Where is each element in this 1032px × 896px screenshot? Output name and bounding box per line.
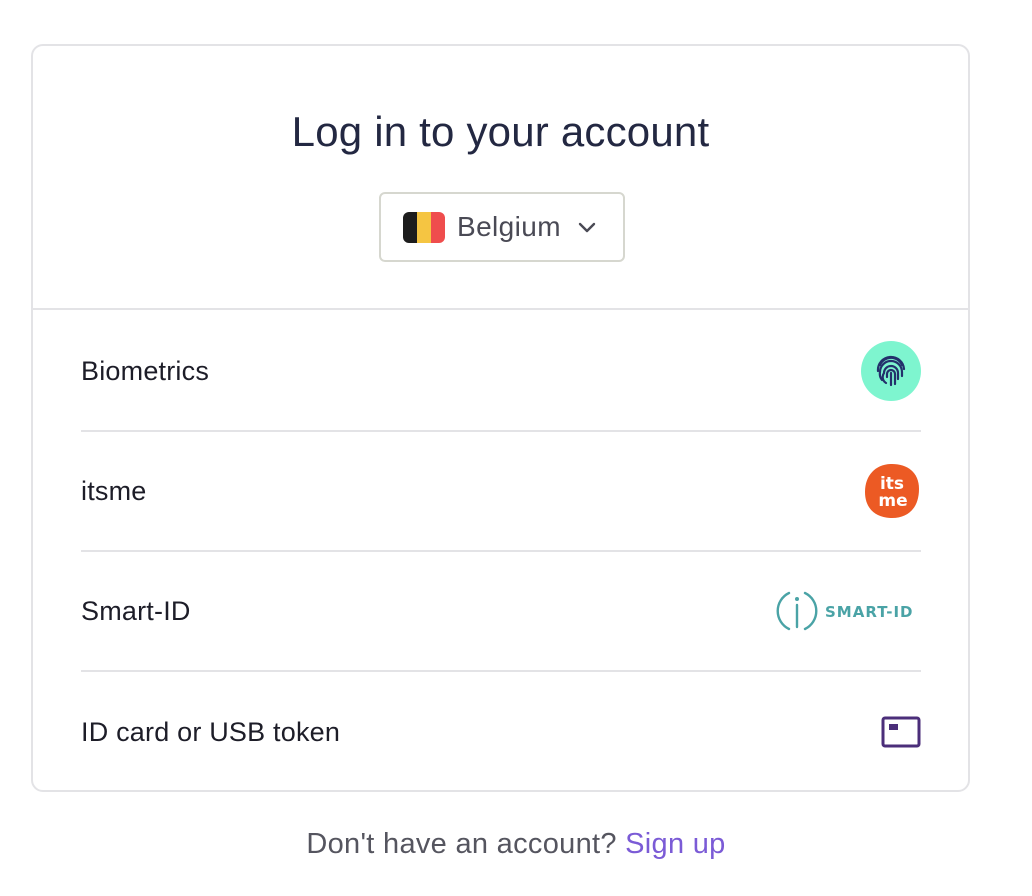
svg-text:SMART-ID: SMART-ID: [825, 603, 914, 621]
method-label: itsme: [81, 475, 147, 506]
method-label: ID card or USB token: [81, 716, 341, 747]
login-method-itsme[interactable]: itsme its me: [81, 432, 921, 552]
login-method-biometrics[interactable]: Biometrics: [81, 312, 921, 432]
country-select[interactable]: Belgium: [379, 192, 625, 262]
card-header: Log in to your account Belgium: [33, 46, 968, 310]
login-methods-list: Biometrics itsme its me Smart-ID SMART-I…: [81, 312, 921, 792]
country-select-value: Belgium: [457, 211, 561, 242]
chevron-down-icon: [577, 217, 597, 237]
svg-text:me: me: [878, 491, 907, 511]
signup-prompt-text: Don't have an account?: [306, 828, 617, 860]
sign-up-link[interactable]: Sign up: [625, 828, 725, 860]
itsme-logo: its me: [863, 462, 921, 520]
login-card: Log in to your account Belgium Biometric…: [31, 44, 970, 792]
method-label: Smart-ID: [81, 595, 191, 626]
fingerprint-icon: [861, 341, 921, 401]
id-card-icon: [881, 716, 921, 748]
page-title: Log in to your account: [291, 108, 710, 155]
smart-id-logo: SMART-ID: [775, 587, 921, 635]
signup-prompt: Don't have an account? Sign up: [0, 828, 1032, 861]
belgium-flag-icon: [403, 211, 445, 243]
login-method-smart-id[interactable]: Smart-ID SMART-ID: [81, 552, 921, 672]
login-method-id-card[interactable]: ID card or USB token: [81, 672, 921, 792]
method-label: Biometrics: [81, 355, 210, 386]
